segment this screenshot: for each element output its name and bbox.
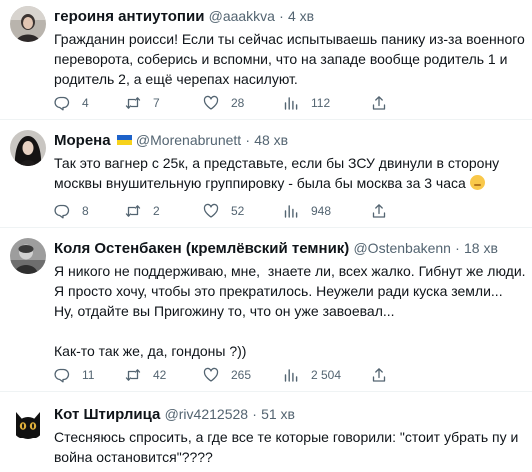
display-name[interactable]: Кот Штирлица (54, 406, 160, 423)
heart-icon (203, 367, 219, 382)
like-count: 52 (231, 204, 245, 218)
reply-count: 11 (82, 368, 95, 382)
reply-icon (54, 96, 70, 111)
tweet-text-line: Ну, отдайте вы Пригожину то, что он уже … (54, 303, 395, 319)
share-icon (372, 368, 386, 382)
views-button[interactable]: 2 504 (283, 367, 341, 383)
views-count: 2 504 (311, 368, 342, 382)
like-count: 265 (231, 368, 252, 382)
tweet-header: Кот Штирлица @riv4212528 · 51 хв (54, 404, 522, 425)
tweet[interactable]: Морена @Morenabrunett · 48 хв Так это ва… (0, 124, 532, 228)
avatar[interactable] (10, 6, 46, 42)
user-handle[interactable]: @Morenabrunett (136, 132, 241, 148)
tweet-text-line: Я никого не поддерживаю, мне, знаете ли,… (54, 263, 526, 279)
share-icon (372, 96, 386, 110)
tweet-header: Коля Остенбакен (кремлёвский темник) @Os… (54, 238, 522, 259)
tweet[interactable]: Кот Штирлица @riv4212528 · 51 хв Стесняю… (0, 398, 532, 472)
user-handle[interactable]: @riv4212528 (165, 406, 249, 422)
separator-dot: · (252, 406, 257, 422)
tweet-content: Кот Штирлица @riv4212528 · 51 хв Стесняю… (54, 404, 522, 467)
retweet-count: 42 (153, 368, 167, 382)
views-chart-icon (284, 369, 298, 382)
separator-dot: · (245, 132, 251, 148)
tweet-text-line-content: москвы внушительную группировку - была б… (54, 175, 466, 191)
like-button[interactable]: 265 (203, 367, 251, 383)
tweet-text-line: Стесняюсь спросить, а где все те которые… (54, 429, 519, 445)
retweet-button[interactable]: 2 (125, 203, 160, 219)
retweet-button[interactable]: 7 (125, 95, 160, 111)
tweet-text-line: Гражданин роисси! Если ты сейчас испытыв… (54, 31, 525, 47)
tweet-content: Морена @Morenabrunett · 48 хв Так это ва… (54, 130, 522, 193)
reply-button[interactable]: 11 (54, 367, 94, 383)
face-with-hand-over-mouth-emoji (469, 175, 485, 190)
separator-dot: · (279, 8, 284, 24)
like-button[interactable]: 52 (203, 203, 244, 219)
tweet-content: героиня антиутопии @aaakkva · 4 хв Гражд… (54, 6, 525, 89)
timestamp[interactable]: 18 хв (464, 240, 498, 256)
avatar[interactable] (10, 238, 46, 274)
display-name[interactable]: Морена (54, 132, 111, 149)
tweet-text-line: родитель 2, а ещё черепах насилуют. (54, 71, 298, 87)
tweet-actions: 11 42 265 2 504 (54, 366, 522, 384)
share-button[interactable] (371, 95, 387, 111)
share-button[interactable] (371, 203, 387, 219)
retweet-icon (125, 205, 141, 217)
tweet-text-line: Я просто хочу, чтобы это прекратилось. Н… (54, 283, 503, 299)
heart-icon (203, 203, 219, 218)
like-button[interactable]: 28 (203, 95, 244, 111)
ukraine-flag-icon (116, 135, 132, 145)
share-button[interactable] (371, 367, 387, 383)
tweet[interactable]: Коля Остенбакен (кремлёвский темник) @Os… (0, 232, 532, 392)
views-count: 948 (311, 204, 332, 218)
retweet-button[interactable]: 42 (125, 367, 166, 383)
separator-dot: · (455, 240, 460, 256)
avatar[interactable] (10, 130, 46, 166)
tweet-header: Морена @Morenabrunett · 48 хв (54, 130, 522, 151)
tweet-text: Так это вагнер с 25к, а представьте, есл… (54, 153, 522, 193)
tweet-text-line: москвы внушительную группировку - была б… (54, 173, 522, 193)
tweet-actions: 8 2 52 948 (54, 202, 522, 220)
timestamp[interactable]: 48 хв (254, 132, 288, 148)
avatar[interactable] (10, 404, 46, 440)
reply-icon (54, 204, 70, 219)
display-name[interactable]: героиня антиутопии (54, 8, 204, 25)
reply-count: 8 (82, 204, 89, 218)
user-handle[interactable]: @Ostenbakenn (353, 240, 451, 256)
reply-count: 4 (82, 96, 89, 110)
retweet-count: 2 (153, 204, 160, 218)
tweet-text-line: Так это вагнер с 25к, а представьте, есл… (54, 155, 500, 171)
tweet-header: героиня антиутопии @aaakkva · 4 хв (54, 6, 522, 27)
views-button[interactable]: 112 (283, 95, 330, 111)
timestamp[interactable]: 51 хв (261, 406, 295, 422)
tweet-text: Гражданин роисси! Если ты сейчас испытыв… (54, 29, 525, 89)
reply-button[interactable]: 4 (54, 95, 89, 111)
reply-icon (54, 368, 70, 383)
retweet-icon (125, 97, 141, 109)
tweet-actions: 4 7 28 112 (54, 94, 522, 112)
tweet[interactable]: героиня антиутопии @aaakkva · 4 хв Гражд… (0, 0, 532, 120)
tweet-text-line: война остановится"???? (54, 449, 213, 465)
views-count: 112 (311, 96, 331, 110)
user-handle[interactable]: @aaakkva (209, 8, 275, 24)
views-button[interactable]: 948 (283, 203, 331, 219)
tweet-text: Я никого не поддерживаю, мне, знаете ли,… (54, 261, 526, 361)
tweet-content: Коля Остенбакен (кремлёвский темник) @Os… (54, 238, 526, 361)
share-icon (372, 204, 386, 218)
like-count: 28 (231, 96, 245, 110)
heart-icon (203, 95, 219, 110)
timestamp[interactable]: 4 хв (288, 8, 314, 24)
retweet-count: 7 (153, 96, 160, 110)
retweet-icon (125, 369, 141, 381)
tweet-text-line: Как-то так же, да, гондоны ?)) (54, 343, 247, 359)
reply-button[interactable]: 8 (54, 203, 89, 219)
tweet-text-line: переворота, соберись и вспомни, что на з… (54, 51, 508, 67)
views-chart-icon (284, 205, 298, 218)
views-chart-icon (284, 97, 298, 110)
display-name[interactable]: Коля Остенбакен (кремлёвский темник) (54, 240, 349, 257)
tweet-text: Стесняюсь спросить, а где все те которые… (54, 427, 522, 467)
